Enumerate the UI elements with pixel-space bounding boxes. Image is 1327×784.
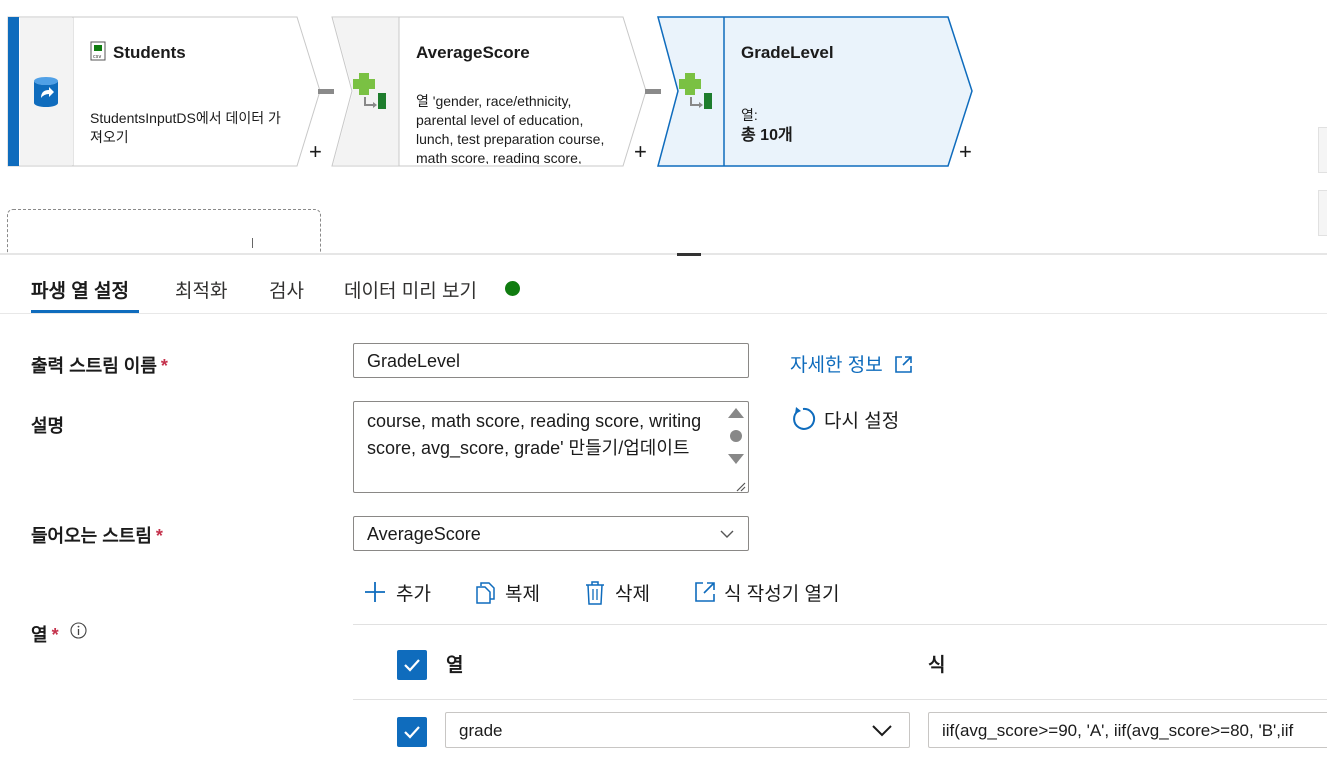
- ghost-node-placeholder: [7, 209, 321, 254]
- output-stream-label-text: 출력 스트림 이름: [31, 356, 157, 376]
- node-description: 열 'gender, race/ethnicity, parental leve…: [416, 93, 605, 164]
- add-text: 추가: [396, 584, 431, 605]
- output-stream-value: GradeLevel: [367, 351, 461, 371]
- incoming-stream-label-text: 들어오는 스트림: [31, 526, 152, 546]
- output-stream-input[interactable]: GradeLevel: [353, 343, 749, 378]
- svg-text:csv: csv: [93, 54, 101, 60]
- table-header-divider: [353, 699, 1327, 700]
- plus-icon: [365, 582, 385, 602]
- derived-column-icon: [353, 73, 386, 109]
- resize-handle-icon[interactable]: [734, 480, 746, 492]
- chevron-down-icon: [720, 530, 734, 538]
- table-top-border: [353, 624, 1327, 625]
- delete-text: 삭제: [615, 584, 650, 605]
- chevron-down-icon: [872, 725, 892, 737]
- expression-value: iif(avg_score>=90, 'A', iif(avg_score>=8…: [942, 721, 1294, 740]
- column-name-select[interactable]: grade: [445, 712, 910, 748]
- add-transform-button[interactable]: +: [959, 141, 972, 163]
- learn-more-text: 자세한 정보: [790, 355, 883, 376]
- tab-optimize[interactable]: 최적화: [175, 276, 227, 303]
- required-marker: *: [160, 356, 168, 376]
- external-link-icon: [695, 582, 715, 602]
- reset-icon: [793, 407, 816, 430]
- incoming-stream-label: 들어오는 스트림 *: [31, 522, 163, 548]
- columns-label-text: 열: [31, 625, 48, 645]
- trash-icon: [586, 581, 604, 605]
- incoming-stream-value: AverageScore: [367, 524, 481, 544]
- node-columns-count: 총 10개: [741, 127, 793, 144]
- open-builder-text: 식 작성기 열기: [724, 584, 840, 605]
- reset-button[interactable]: 다시 설정: [790, 406, 899, 433]
- expression-input[interactable]: iif(avg_score>=90, 'A', iif(avg_score>=8…: [928, 712, 1327, 748]
- clone-button[interactable]: 복제: [475, 579, 540, 606]
- side-panel-tab[interactable]: [1318, 127, 1327, 173]
- status-indicator-icon: [505, 281, 520, 296]
- description-value: course, math score, reading score, writi…: [367, 411, 702, 458]
- node-title: AverageScore: [416, 43, 530, 62]
- derived-column-icon: [679, 73, 712, 109]
- clone-text: 복제: [505, 584, 540, 605]
- csv-file-icon: csv: [90, 41, 106, 61]
- tab-data-preview[interactable]: 데이터 미리 보기: [344, 276, 477, 303]
- panel-splitter[interactable]: [0, 253, 1327, 255]
- node-title: Students: [113, 43, 186, 62]
- node-columns-label: 열:: [741, 107, 758, 123]
- required-marker: *: [155, 526, 163, 546]
- open-expression-builder-button[interactable]: 식 작성기 열기: [694, 579, 839, 606]
- dataset-icon: [34, 77, 58, 107]
- node-title: GradeLevel: [741, 43, 834, 62]
- delete-button[interactable]: 삭제: [585, 579, 650, 606]
- info-icon[interactable]: [70, 622, 87, 639]
- pipeline-canvas[interactable]: csv Students StudentsInputDS에서 데이터 가져오기 …: [0, 0, 1327, 254]
- column-name-value: grade: [459, 721, 503, 740]
- description-textarea[interactable]: course, math score, reading score, writi…: [353, 401, 749, 493]
- cursor-mark: [252, 238, 253, 248]
- select-all-checkbox[interactable]: [397, 650, 427, 680]
- splitter-grip[interactable]: [677, 253, 701, 256]
- output-stream-label: 출력 스트림 이름 *: [31, 352, 168, 378]
- external-link-icon: [895, 356, 912, 373]
- add-transform-button[interactable]: +: [309, 141, 322, 163]
- tabs-divider: [0, 313, 1327, 314]
- reset-text: 다시 설정: [824, 411, 900, 432]
- add-button[interactable]: 추가: [364, 579, 431, 606]
- learn-more-link[interactable]: 자세한 정보: [790, 350, 913, 377]
- tab-inspect[interactable]: 검사: [269, 276, 304, 303]
- column-header-expression: 식: [928, 655, 946, 676]
- checkmark-icon: [404, 659, 420, 672]
- row-checkbox[interactable]: [397, 717, 427, 747]
- description-label: 설명: [31, 416, 65, 436]
- add-transform-button[interactable]: +: [634, 141, 647, 163]
- textarea-scrollbar[interactable]: [726, 406, 746, 468]
- required-marker: *: [51, 625, 59, 645]
- column-header-column: 열: [446, 655, 464, 676]
- columns-label: 열 *: [31, 621, 87, 647]
- side-panel-tab[interactable]: [1318, 190, 1327, 236]
- tab-derived-column-settings[interactable]: 파생 열 설정: [31, 276, 129, 303]
- incoming-stream-select[interactable]: AverageScore: [353, 516, 749, 551]
- node-description: StudentsInputDS에서 데이터 가져오기: [90, 110, 281, 145]
- copy-icon: [476, 582, 495, 604]
- checkmark-icon: [404, 726, 420, 739]
